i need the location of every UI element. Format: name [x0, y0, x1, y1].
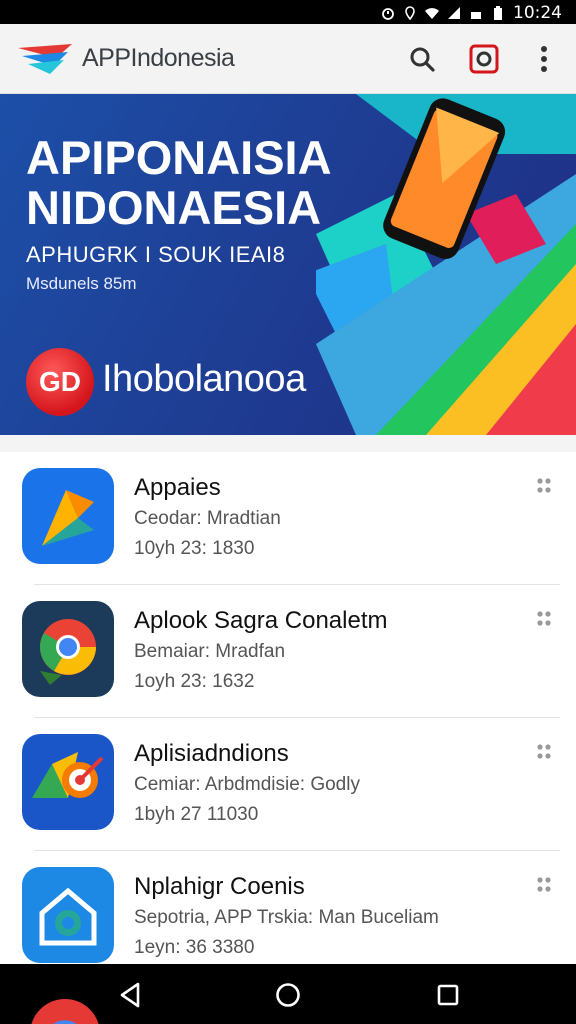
- app-arrow-icon: [22, 468, 114, 564]
- app-meta: 1eyn: 36 3380: [134, 937, 255, 958]
- wifi-icon: [425, 8, 439, 19]
- banner-subtitle: APHUGRK I SOUK IEAI8: [26, 242, 286, 267]
- alarm-icon: [382, 8, 394, 20]
- app-title: APPIndonesia: [82, 44, 235, 72]
- sim-icon: [471, 12, 481, 19]
- drag-handle-icon[interactable]: [532, 740, 556, 764]
- app-list: Appaies Ceodar: Mradtian 10yh 23: 1830 A…: [0, 452, 576, 964]
- status-bar: 10:24: [0, 0, 576, 24]
- search-button[interactable]: [404, 41, 440, 77]
- banner-brand: Ihobolanooa: [102, 358, 306, 400]
- recents-icon[interactable]: [431, 978, 465, 1012]
- navigation-bar: [0, 964, 576, 1024]
- search-icon: [410, 47, 435, 72]
- more-vert-icon: [541, 46, 547, 72]
- app-bar: APPIndonesia: [0, 24, 576, 94]
- app-logo-icon: [18, 44, 72, 74]
- list-item[interactable]: Appaies Ceodar: Mradtian 10yh 23: 1830: [0, 452, 576, 585]
- app-logo-peek-icon: [31, 999, 99, 1024]
- overflow-menu-button[interactable]: [526, 41, 562, 77]
- app-subtitle: Sepotria, APP Trskia: Man Buceliam: [134, 907, 439, 928]
- app-target-icon: [22, 734, 114, 830]
- home-icon[interactable]: [271, 978, 305, 1012]
- banner-art-illustration: [316, 94, 576, 435]
- record-button[interactable]: [466, 41, 502, 77]
- app-title: Appaies: [134, 474, 221, 501]
- banner-badge: GD: [26, 348, 94, 416]
- app-title: Aplook Sagra Conaletm: [134, 607, 388, 634]
- drag-handle-icon[interactable]: [532, 474, 556, 498]
- app-title: Aplisiadndions: [134, 740, 289, 767]
- app-meta: 1byh 27 11030: [134, 804, 259, 825]
- banner-tagline: Msdunels 85m: [26, 274, 137, 293]
- record-icon: [469, 44, 499, 74]
- app-title: Nplahigr Coenis: [134, 873, 305, 900]
- banner-headline-1: APIPONAISIA: [26, 131, 332, 184]
- app-home-icon: [22, 867, 114, 963]
- status-time: 10:24: [513, 3, 562, 23]
- location-icon: [405, 6, 415, 20]
- drag-handle-icon[interactable]: [532, 607, 556, 631]
- app-subtitle: Bemaiar: Mradfan: [134, 641, 286, 662]
- app-meta: 1oyh 23: 1632: [134, 671, 255, 692]
- banner-headline-2: NIDONAESIA: [26, 181, 322, 234]
- list-item[interactable]: Aplook Sagra Conaletm Bemaiar: Mradfan 1…: [0, 585, 576, 718]
- app-meta: 10yh 23: 1830: [134, 538, 255, 559]
- promo-banner[interactable]: APIPONAISIA NIDONAESIA APHUGRK I SOUK IE…: [0, 94, 576, 435]
- app-subtitle: Ceodar: Mradtian: [134, 508, 281, 529]
- back-icon[interactable]: [114, 978, 148, 1012]
- battery-icon: [494, 6, 502, 20]
- app-subtitle: Cemiar: Arbdmdisie: Godly: [134, 774, 360, 795]
- app-chrome-icon: [22, 601, 114, 697]
- signal-icon: [448, 7, 460, 19]
- list-item[interactable]: Aplisiadndions Cemiar: Arbdmdisie: Godly…: [0, 718, 576, 851]
- drag-handle-icon[interactable]: [532, 873, 556, 897]
